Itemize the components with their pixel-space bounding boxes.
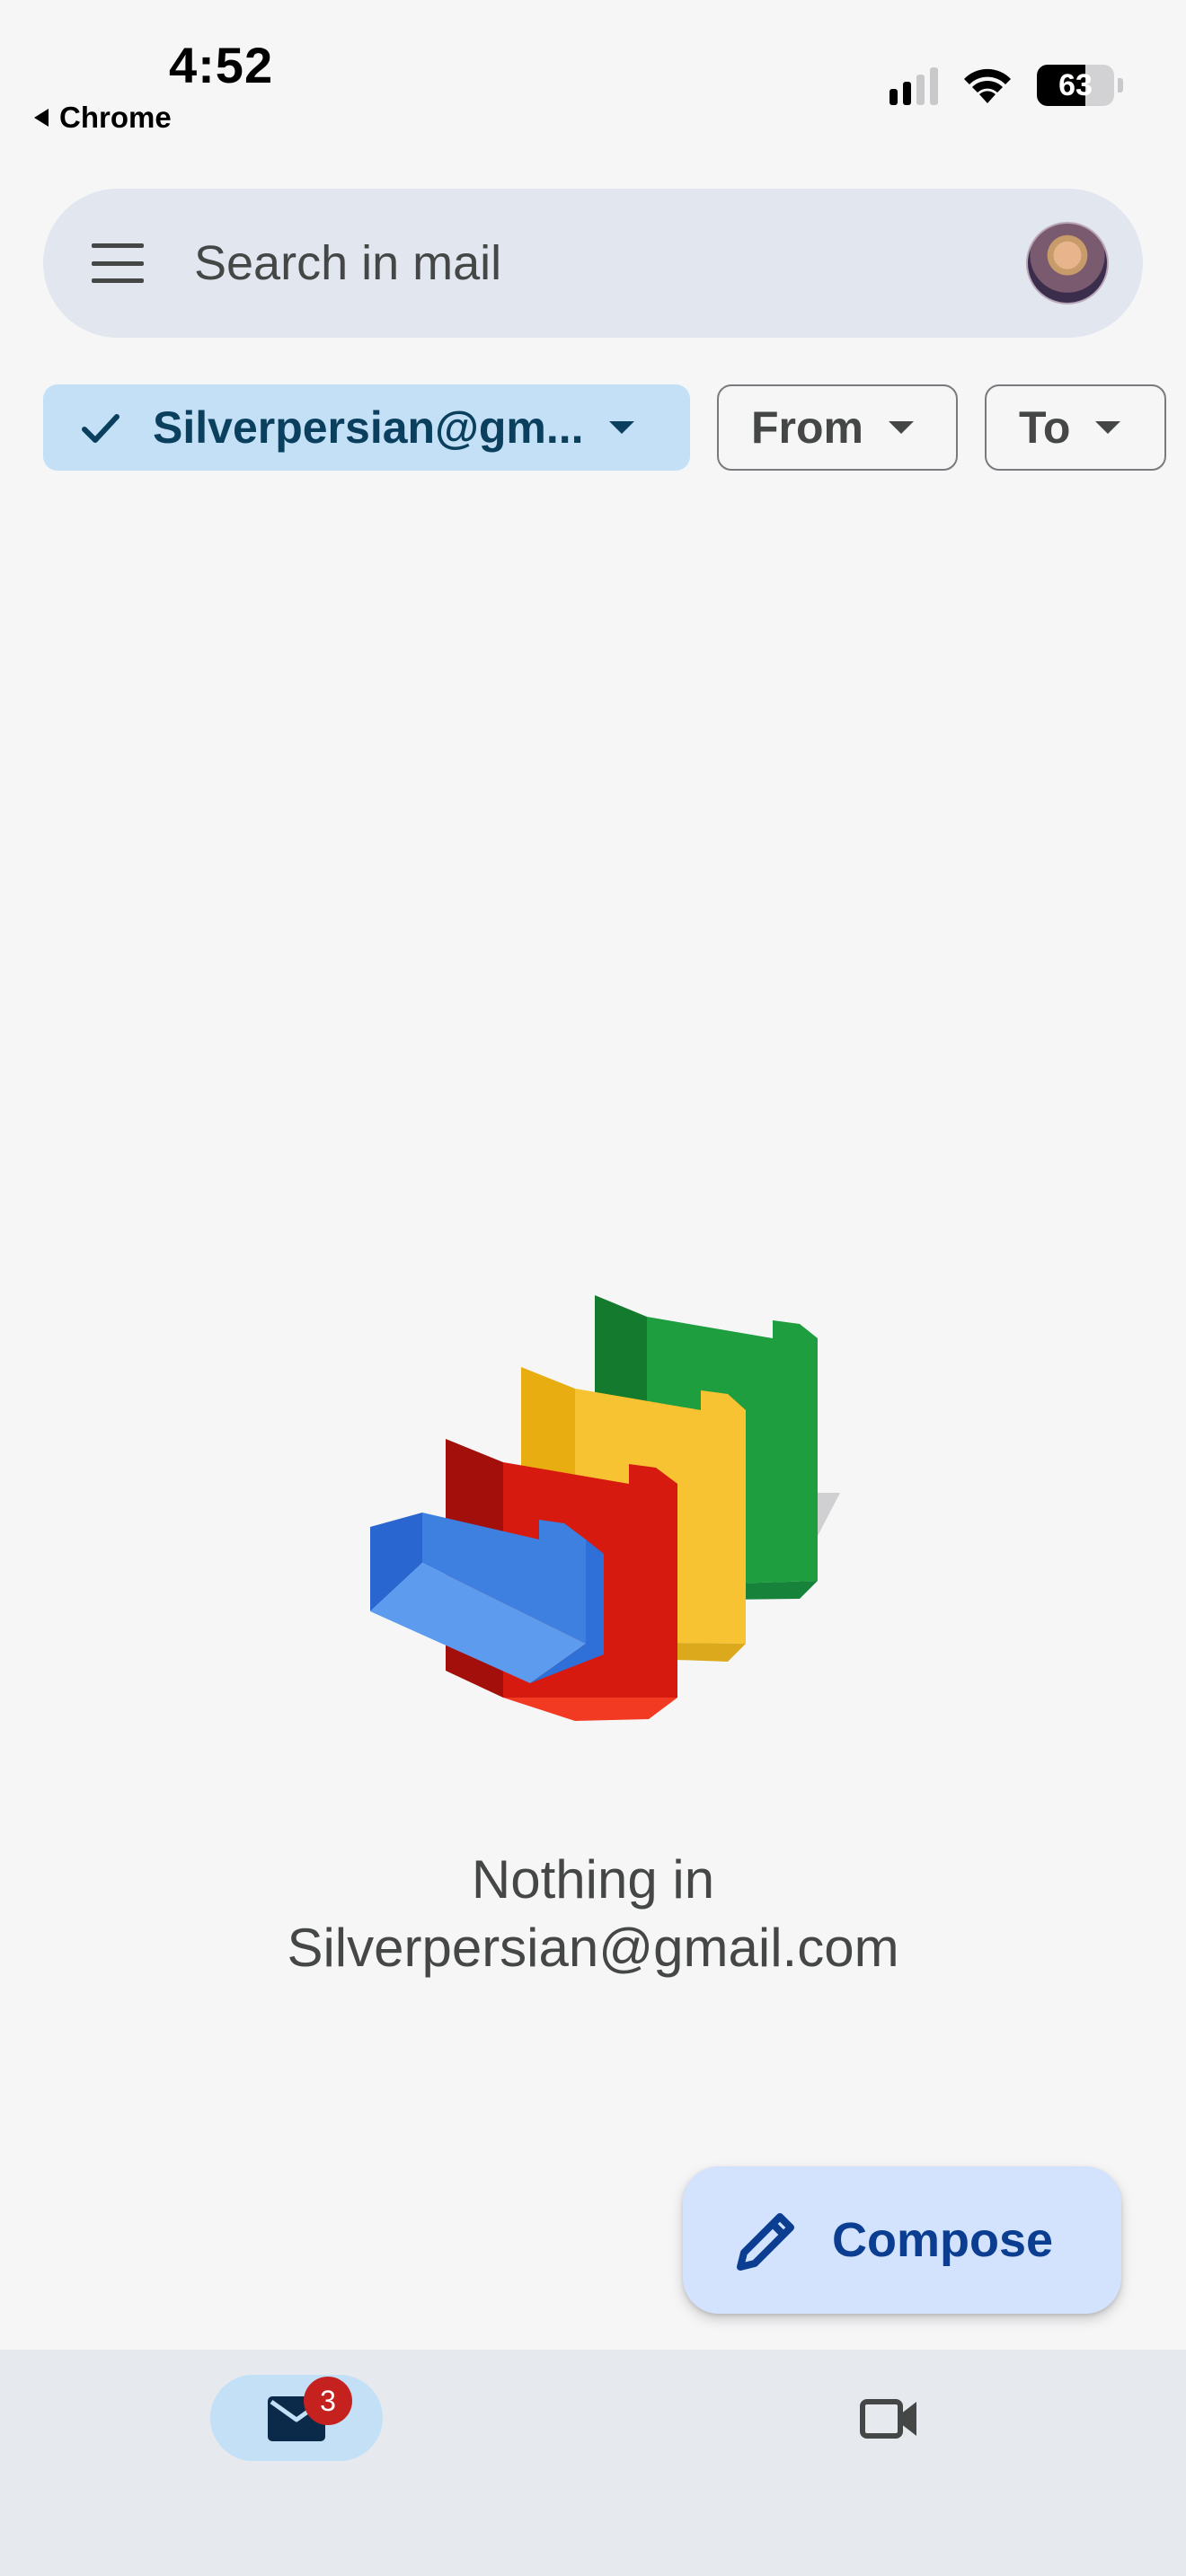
back-to-app-link[interactable]: Chrome <box>34 101 172 135</box>
compose-label: Compose <box>832 2213 1054 2267</box>
back-arrow-icon <box>34 109 49 127</box>
empty-folders-illustration <box>370 1295 840 1721</box>
compose-button[interactable]: Compose <box>683 2166 1121 2314</box>
empty-state-message: Nothing in Silverpersian@gmail.com <box>0 1846 1186 1982</box>
pencil-icon <box>737 2213 794 2271</box>
from-filter-label: From <box>751 402 863 453</box>
to-filter-chip[interactable]: To <box>985 384 1166 471</box>
status-time: 4:52 <box>169 37 274 93</box>
to-filter-label: To <box>1019 402 1071 453</box>
from-filter-chip[interactable]: From <box>717 384 958 471</box>
chevron-down-icon <box>1095 421 1121 434</box>
battery-icon: 63 <box>1037 65 1114 106</box>
hamburger-menu-icon[interactable] <box>92 243 144 283</box>
empty-state-line2: Silverpersian@gmail.com <box>287 1918 899 1978</box>
account-filter-label: Silverpersian@gm... <box>153 402 584 453</box>
chevron-down-icon <box>608 421 634 434</box>
search-input[interactable]: Search in mail <box>194 235 1026 291</box>
empty-state-line1: Nothing in <box>471 1849 715 1910</box>
check-icon <box>82 414 119 443</box>
bottom-navigation: 3 <box>0 2350 1186 2576</box>
account-avatar[interactable] <box>1026 222 1109 304</box>
search-bar[interactable]: Search in mail <box>43 189 1143 338</box>
wifi-icon <box>964 68 1011 103</box>
battery-percent: 63 <box>1058 67 1093 102</box>
status-indicators: 63 <box>890 65 1123 106</box>
account-filter-chip[interactable]: Silverpersian@gm... <box>43 384 690 471</box>
blue-folder-shape <box>370 1513 604 1683</box>
battery-nub <box>1118 78 1123 93</box>
back-app-label: Chrome <box>59 101 172 134</box>
nav-mail-tab[interactable]: 3 <box>210 2375 383 2461</box>
cellular-signal-icon <box>890 66 938 105</box>
video-camera-icon[interactable] <box>857 2391 922 2445</box>
unread-badge: 3 <box>304 2377 352 2425</box>
chevron-down-icon <box>889 421 914 434</box>
